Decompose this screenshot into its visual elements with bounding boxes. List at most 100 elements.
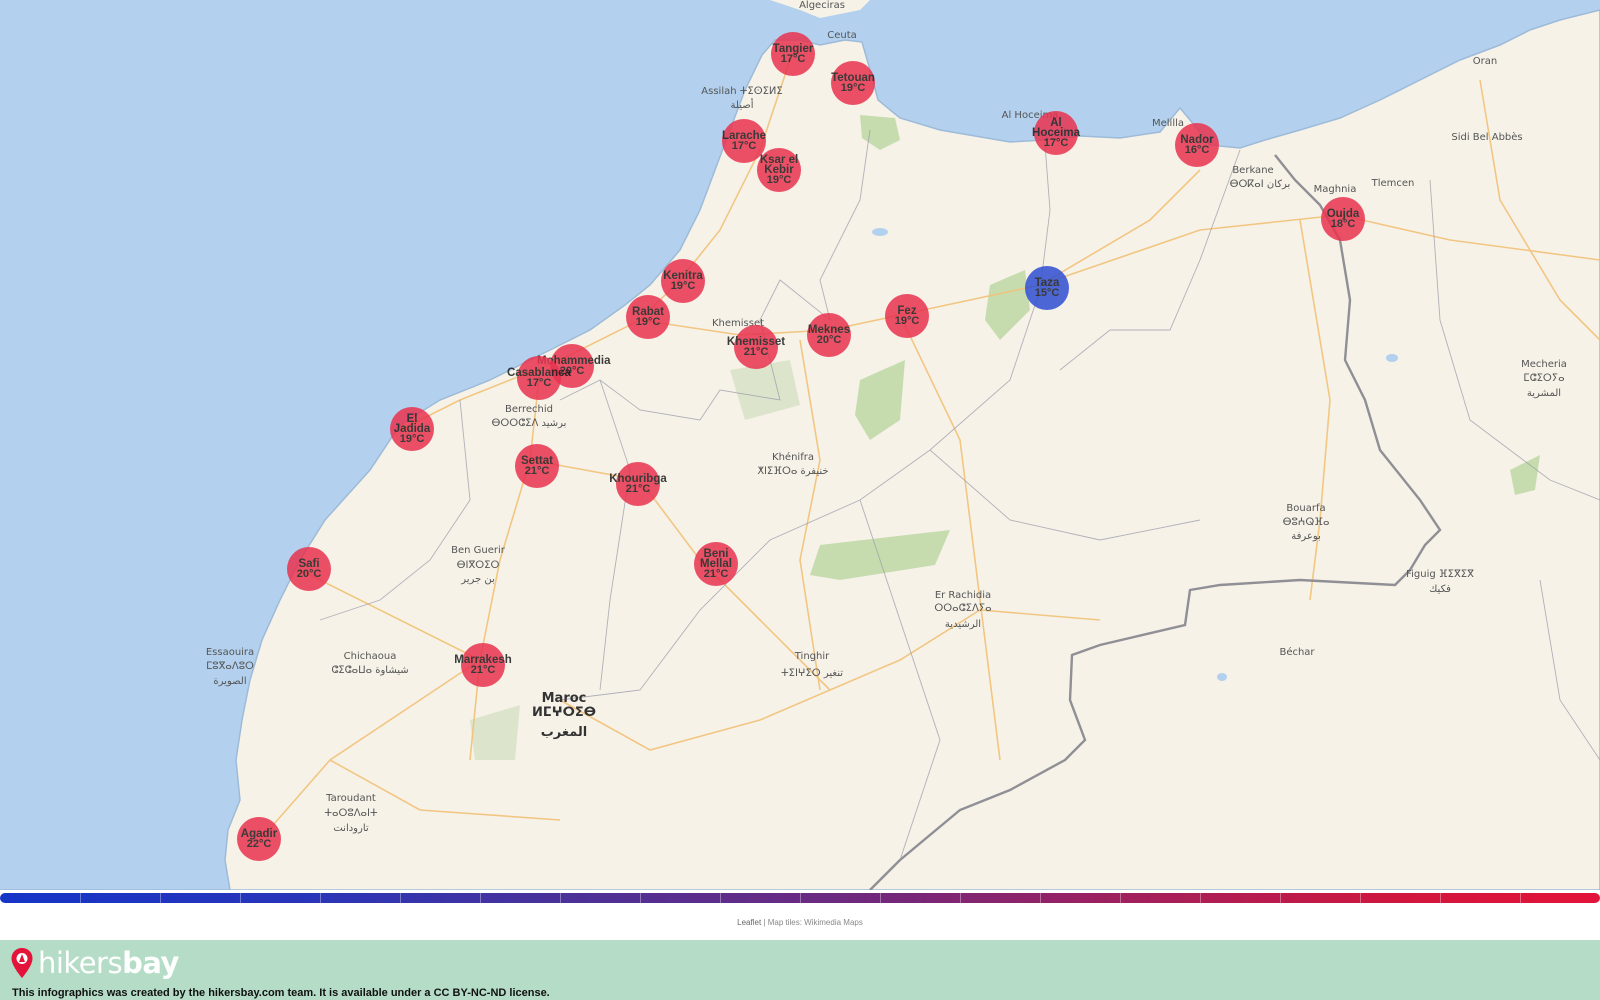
map[interactable]: Algeciras Ceuta Assilah ⵜⵉⵙⵉⵍⵉ أصيلة Al Hoce… [0,0,1600,890]
city-marker[interactable]: Taza 15°C [1025,266,1069,310]
city-marker[interactable]: Settat 21°C [515,444,559,488]
place-label: Maghnia [1313,184,1357,195]
place-label: المغرب [540,725,588,740]
place-label: تارودانت [333,823,369,834]
scale-tick [1440,893,1441,903]
city-marker[interactable]: Kenitra 19°C [661,259,705,303]
place-label: Er Rachidia [934,590,992,601]
hikersbay-logo[interactable]: hikersbay [10,946,179,980]
city-temperature: 16°C [1184,143,1210,156]
place-label: ⵛⵉⵛⴰⵡⴰ شيشاوة [331,665,409,676]
city-temperature: 19°C [894,314,920,327]
scale-tick [1040,893,1041,903]
place-label: فكيك [1429,584,1451,595]
scale-tick [720,893,721,903]
city-marker[interactable]: Fez 19°C [885,294,929,338]
city-marker[interactable]: Al Hoceima 17°C [1032,111,1080,155]
city-marker[interactable]: Nador 16°C [1175,123,1219,167]
place-label: Figuig ⴼⵉⴳⵉⴳ [1406,569,1474,580]
place-label: بوعرفة [1291,531,1321,542]
city-name: Taza [1034,276,1060,289]
place-label: Assilah ⵜⵉⵙⵉⵍⵉ [701,86,783,97]
footer: hikersbay This infographics was created … [0,940,1600,1000]
place-label: Bouarfa [1286,503,1326,514]
place-label: ⴱⵔⴽⴰⵏ بركان [1229,179,1291,190]
city-temperature: 17°C [1043,136,1069,149]
scale-tick [640,893,641,903]
scale-tick [240,893,241,903]
scale-tick [560,893,561,903]
scale-tick [880,893,881,903]
city-marker[interactable]: Beni Mellal 21°C [694,542,738,586]
place-label: Melilla [1151,118,1185,129]
city-temperature: 17°C [780,52,806,65]
city-marker[interactable]: Casablanca 17°C [507,356,571,400]
scale-tick [1360,893,1361,903]
place-label: Tinghir [794,651,830,662]
place-label: Oran [1472,56,1498,67]
city-marker[interactable]: Khemisset 21°C [727,325,785,369]
city-marker[interactable]: Marrakesh 21°C [454,643,512,687]
place-label: أصيلة [730,100,754,111]
city-name: Kenitra [663,269,703,282]
city-temperature: 19°C [670,279,696,292]
city-temperature: 19°C [635,315,661,328]
logo-text: hikersbay [38,946,179,980]
scale-tick [320,893,321,903]
city-marker[interactable]: Oujda 18°C [1321,197,1365,241]
scale-tick [400,893,401,903]
city-temperature: 18°C [1330,217,1356,230]
city-marker[interactable]: Safi 20°C [287,547,331,591]
city-name: Settat [521,454,553,467]
logo-text-a: hikers [38,946,123,980]
place-label: Tlemcen [1371,178,1415,189]
city-name: Khouribga [609,472,667,485]
scale-tick [960,893,961,903]
city-name: Safi [298,557,320,570]
city-temperature: 21°C [743,345,769,358]
city-temperature: 19°C [766,173,792,186]
city-temperature: 19°C [399,432,425,445]
scale-tick [160,893,161,903]
place-label: Chichaoua [343,651,397,662]
city-marker[interactable]: El Jadida 19°C [390,407,434,451]
map-attribution: Leaflet | Map tiles: Wikimedia Maps [0,918,1600,927]
city-name: Marrakesh [454,653,512,666]
location-pin-icon [11,948,33,978]
city-marker[interactable]: Rabat 19°C [626,295,670,339]
place-label: ⵅⵏⵉⴼⵔⴰ خنيفرة [757,466,829,477]
place-label: Ben Guerir [451,545,505,556]
leaflet-link[interactable]: Leaflet [737,918,761,927]
city-marker[interactable]: Tetouan 19°C [831,61,875,105]
city-temperature: 21°C [703,567,729,580]
city-temperature: 15°C [1034,286,1060,299]
city-name: Ksar el Kebir [759,153,799,176]
license-text: This infographics was created by the hik… [12,987,550,999]
place-label: ⴱⵔⵔⵛⵉⴷ برشيد [491,418,567,429]
tiles-credit: Map tiles: Wikimedia Maps [767,918,863,927]
city-marker[interactable]: Meknes 20°C [807,313,851,357]
scale-tick [1280,893,1281,903]
city-marker[interactable]: Ksar el Kebir 19°C [757,148,801,192]
place-label: المشرية [1526,388,1562,399]
city-temperature: 21°C [625,482,651,495]
city-temperature: 21°C [524,464,550,477]
place-label: ⵎⵛⵉⵔⵢⴰ [1523,373,1565,384]
city-name: Al Hoceima [1032,116,1080,139]
city-marker[interactable]: Khouribga 21°C [609,462,667,506]
place-label: Essaouira [205,647,255,658]
city-marker[interactable]: Tangier 17°C [771,32,815,76]
city-name: Tangier [772,42,814,55]
city-name: Nador [1180,133,1214,146]
place-label: ⴱⵏⴳⵔⵉⵔ [456,560,500,571]
city-marker[interactable]: Agadir 22°C [237,817,281,861]
place-label: ⵔⵔⴰⵛⵉⴷⵢⴰ [934,603,992,614]
city-name: Rabat [632,305,664,318]
city-temperature: 21°C [470,663,496,676]
place-label: بن جرير [461,574,495,585]
city-temperature: 22°C [246,837,272,850]
scale-tick [800,893,801,903]
city-name: Khemisset [726,335,786,348]
scale-tick [1200,893,1201,903]
city-name: Meknes [807,323,851,336]
